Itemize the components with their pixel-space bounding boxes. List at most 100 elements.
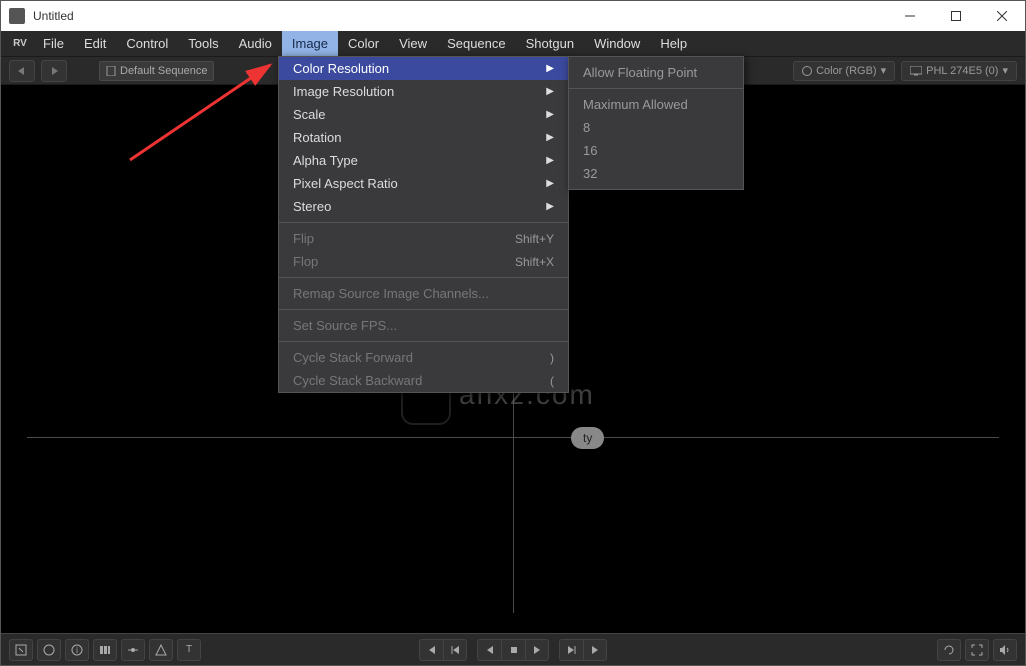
document-icon [106,66,116,76]
submenu-arrow-icon: ▶ [546,63,554,74]
skip-forward-button[interactable] [559,639,583,661]
titlebar: Untitled [1,1,1025,31]
close-button[interactable] [979,1,1025,31]
loop-button[interactable] [937,639,961,661]
menu-item-color-resolution[interactable]: Color Resolution▶ [279,57,568,80]
submenu-item-8[interactable]: 8 [569,116,743,139]
app-logo: RV [7,31,33,56]
image-menu-dropdown: Color Resolution▶ Image Resolution▶ Scal… [278,56,569,393]
maximize-icon [951,11,961,21]
step-forward-button[interactable] [583,639,607,661]
menu-edit[interactable]: Edit [74,31,116,56]
minimize-button[interactable] [887,1,933,31]
fit-icon [15,644,27,656]
info-icon: i [71,644,83,656]
chevron-down-icon: ▾ [1002,64,1008,77]
menu-item-alpha-type[interactable]: Alpha Type▶ [279,149,568,172]
arrow-right-icon [48,66,60,76]
volume-button[interactable] [993,639,1017,661]
submenu-arrow-icon: ▶ [546,155,554,166]
submenu-item-16[interactable]: 16 [569,139,743,162]
text-button[interactable]: T [177,639,201,661]
color-mode-label: Color (RGB) [816,65,877,77]
menu-item-rotation[interactable]: Rotation▶ [279,126,568,149]
submenu-arrow-icon: ▶ [546,178,554,189]
menu-window[interactable]: Window [584,31,650,56]
fullscreen-icon [971,644,983,656]
submenu-arrow-icon: ▶ [546,86,554,97]
step-back-button[interactable] [419,639,443,661]
menu-separator [279,309,568,310]
globe-icon [43,644,55,656]
skip-back-icon [450,645,460,655]
color-mode-selector[interactable]: Color (RGB) ▾ [793,61,895,81]
text-icon: T [186,644,192,655]
play-forward-icon [532,645,542,655]
warning-button[interactable] [149,639,173,661]
menu-separator [569,88,743,89]
channels-icon [99,644,111,656]
info-button[interactable]: i [65,639,89,661]
warning-icon [155,644,167,656]
maximize-button[interactable] [933,1,979,31]
playback-controls [419,639,607,661]
chevron-down-icon: ▾ [881,64,887,77]
menu-image[interactable]: Image [282,31,338,56]
view-mode-button[interactable] [37,639,61,661]
color-resolution-submenu: Allow Floating Point Maximum Allowed 8 1… [568,56,744,190]
menu-control[interactable]: Control [116,31,178,56]
close-icon [997,11,1007,21]
menu-help[interactable]: Help [650,31,697,56]
arrow-left-icon [16,66,28,76]
stop-button[interactable] [501,639,525,661]
menu-item-remap-channels[interactable]: Remap Source Image Channels... [279,282,568,305]
menu-view[interactable]: View [389,31,437,56]
fullscreen-button[interactable] [965,639,989,661]
loop-icon [943,644,955,656]
menu-item-pixel-aspect-ratio[interactable]: Pixel Aspect Ratio▶ [279,172,568,195]
sequence-selector[interactable]: Default Sequence [99,61,214,81]
window-controls [887,1,1025,31]
menu-item-image-resolution[interactable]: Image Resolution▶ [279,80,568,103]
menu-item-cycle-backward[interactable]: Cycle Stack Backward( [279,369,568,392]
menu-item-flip[interactable]: FlipShift+Y [279,227,568,250]
nav-forward-button[interactable] [41,60,67,82]
timeline-button[interactable] [121,639,145,661]
step-back-icon [427,645,437,655]
app-icon [9,8,25,24]
menu-item-flop[interactable]: FlopShift+X [279,250,568,273]
submenu-arrow-icon: ▶ [546,109,554,120]
play-back-icon [485,645,495,655]
menu-separator [279,341,568,342]
menu-item-scale[interactable]: Scale▶ [279,103,568,126]
menu-item-stereo[interactable]: Stereo▶ [279,195,568,218]
play-forward-button[interactable] [525,639,549,661]
menubar: RV File Edit Control Tools Audio Image C… [1,31,1025,57]
menu-tools[interactable]: Tools [178,31,228,56]
fit-button[interactable] [9,639,33,661]
minimize-icon [905,11,915,21]
menu-shotgun[interactable]: Shotgun [516,31,584,56]
skip-forward-icon [567,645,577,655]
menu-sequence[interactable]: Sequence [437,31,516,56]
color-icon [802,66,812,76]
menu-item-cycle-forward[interactable]: Cycle Stack Forward) [279,346,568,369]
play-back-button[interactable] [477,639,501,661]
channels-button[interactable] [93,639,117,661]
menu-item-set-source-fps[interactable]: Set Source FPS... [279,314,568,337]
submenu-item-32[interactable]: 32 [569,162,743,185]
skip-back-button[interactable] [443,639,467,661]
menu-file[interactable]: File [33,31,74,56]
step-forward-icon [590,645,600,655]
stop-icon [509,645,519,655]
display-label: PHL 274E5 (0) [926,65,998,77]
submenu-item-allow-floating-point[interactable]: Allow Floating Point [569,61,743,84]
menu-separator [279,222,568,223]
display-selector[interactable]: PHL 274E5 (0) ▾ [901,61,1017,81]
timeline-icon [127,644,139,656]
submenu-item-maximum-allowed[interactable]: Maximum Allowed [569,93,743,116]
nav-back-button[interactable] [9,60,35,82]
menu-audio[interactable]: Audio [229,31,282,56]
window-title: Untitled [33,9,887,23]
menu-color[interactable]: Color [338,31,389,56]
